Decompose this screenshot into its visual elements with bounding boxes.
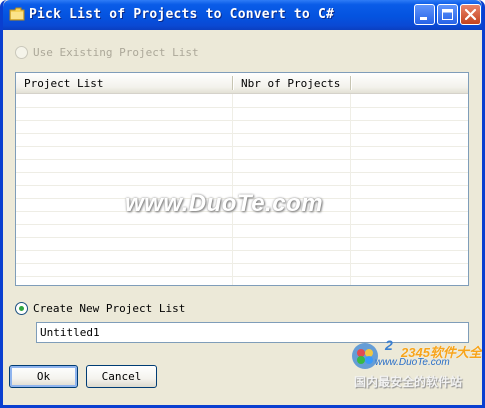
list-header: Project List Nbr of Projects	[16, 73, 468, 94]
close-icon	[464, 8, 477, 21]
create-new-label: Create New Project List	[33, 302, 186, 315]
table-row	[16, 120, 468, 134]
use-existing-radio[interactable]	[15, 46, 28, 59]
table-row	[16, 224, 468, 238]
watermark-url: www.DuoTe.com	[375, 357, 450, 368]
use-existing-label: Use Existing Project List	[33, 46, 199, 59]
radio-selected-dot	[19, 306, 24, 311]
watermark-caption: 国内最安全的软件站	[354, 375, 463, 389]
watermark-text: www.DuoTe.com	[125, 190, 324, 217]
table-row	[16, 94, 468, 108]
project-list-view[interactable]: Project List Nbr of Projects	[15, 72, 469, 286]
maximize-icon	[442, 9, 453, 20]
column-divider[interactable]	[350, 76, 351, 90]
table-row	[16, 133, 468, 147]
dialog-window: Pick List of Projects to Convert to C# U…	[0, 0, 485, 408]
title-bar[interactable]: Pick List of Projects to Convert to C#	[3, 0, 482, 30]
table-row	[16, 159, 468, 173]
table-row	[16, 250, 468, 264]
minimize-button[interactable]	[414, 4, 435, 25]
table-row	[16, 107, 468, 121]
maximize-button[interactable]	[437, 4, 458, 25]
table-row	[16, 172, 468, 186]
minimize-icon	[420, 17, 427, 20]
ok-button[interactable]: Ok	[9, 365, 78, 388]
window-title: Pick List of Projects to Convert to C#	[29, 7, 335, 22]
svg-text:2: 2	[384, 337, 393, 353]
create-new-radio[interactable]	[15, 302, 28, 315]
cancel-button[interactable]: Cancel	[86, 365, 157, 388]
column-gridline	[350, 94, 351, 285]
table-row	[16, 146, 468, 160]
column-header-project-list[interactable]: Project List	[16, 73, 232, 93]
folder-icon	[9, 7, 25, 21]
table-row	[16, 263, 468, 277]
close-button[interactable]	[460, 4, 481, 25]
column-header-nbr-projects[interactable]: Nbr of Projects	[233, 73, 349, 93]
table-row	[16, 237, 468, 251]
